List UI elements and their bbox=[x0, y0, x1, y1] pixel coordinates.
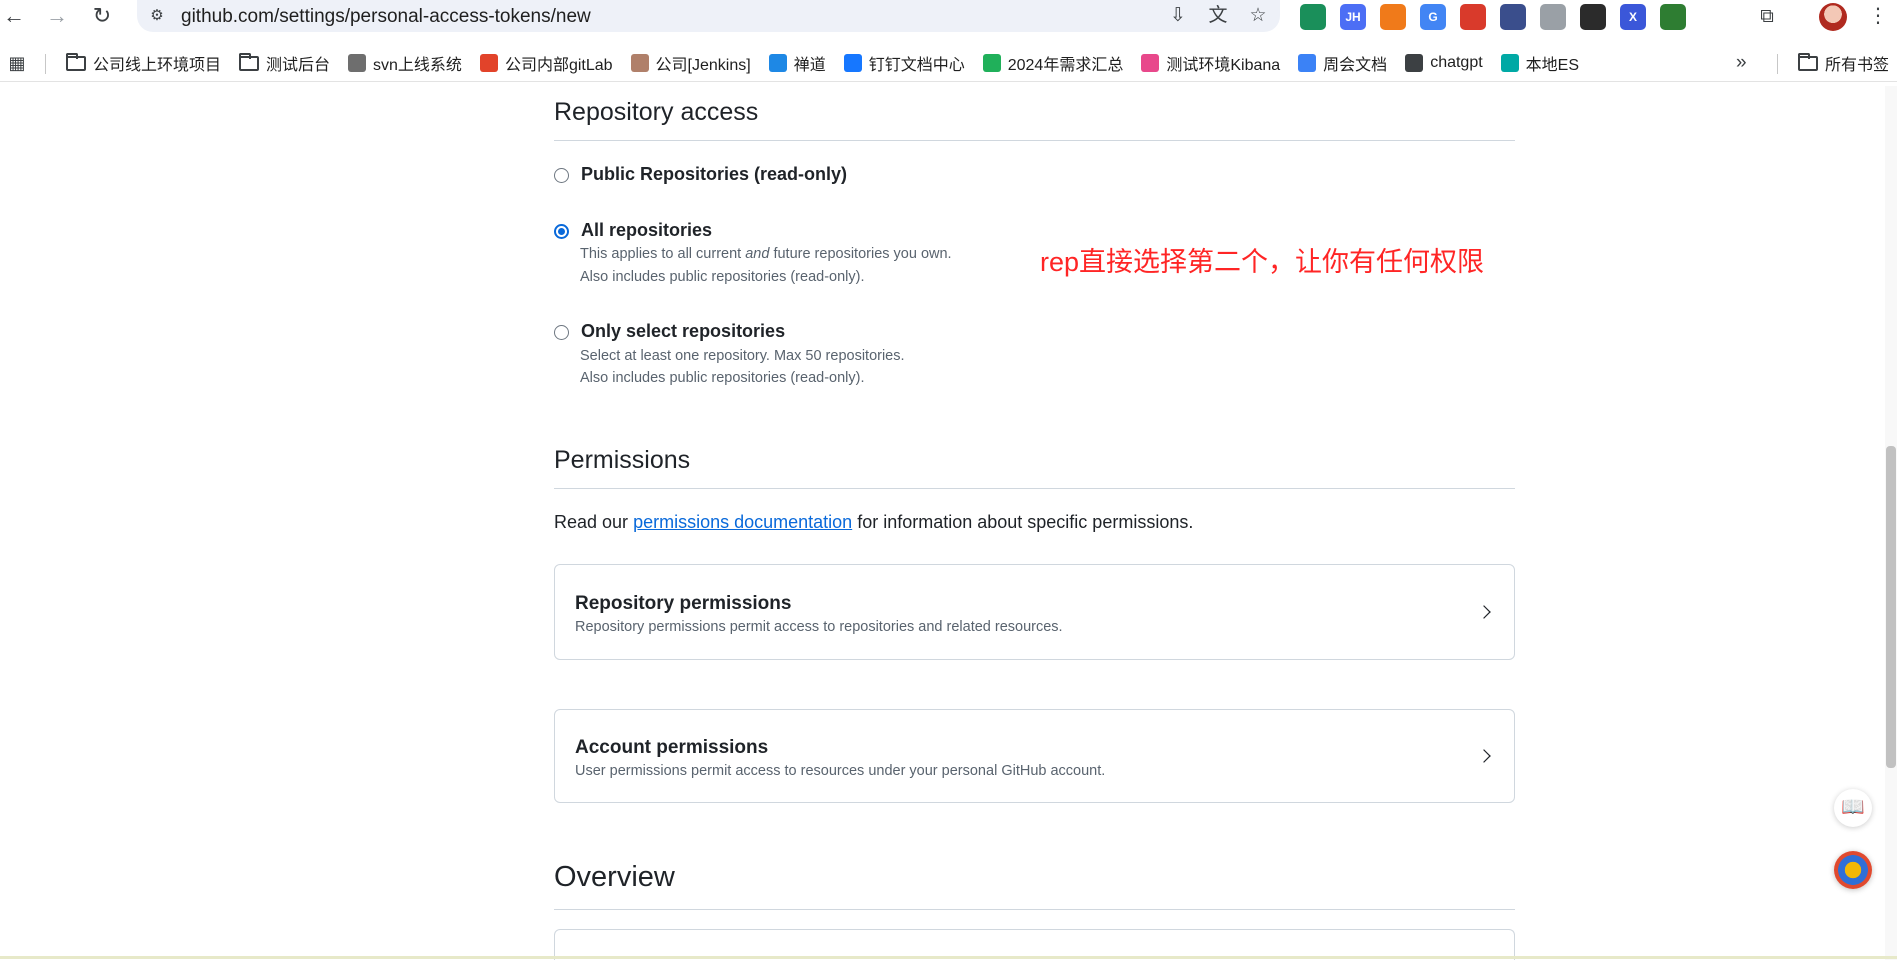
google-translate-icon[interactable]: G bbox=[1420, 4, 1446, 30]
bookmarks-divider bbox=[1777, 54, 1778, 74]
elastic-icon bbox=[1500, 54, 1519, 72]
reading-mode-book-icon[interactable]: 📖 bbox=[1834, 789, 1872, 827]
permissions-intro: Read our permissions documentation for i… bbox=[554, 512, 1194, 532]
orange-extension-icon[interactable] bbox=[1380, 4, 1406, 30]
openai-icon bbox=[1405, 54, 1424, 72]
svn-icon bbox=[348, 54, 367, 72]
option-note: Also includes public repositories (read-… bbox=[580, 269, 865, 285]
card-description: Repository permissions permit access to … bbox=[575, 619, 1063, 635]
red-extension-icon[interactable] bbox=[1460, 4, 1486, 30]
forward-button[interactable]: → bbox=[43, 2, 71, 30]
section-divider bbox=[554, 909, 1515, 910]
folder-icon bbox=[1798, 52, 1818, 71]
bookmark-label: 钉钉文档中心 bbox=[868, 57, 965, 74]
zentao-icon bbox=[768, 54, 787, 72]
x-extension-icon[interactable]: X bbox=[1620, 4, 1646, 30]
bookmarks-divider bbox=[45, 54, 46, 74]
folder-icon bbox=[239, 52, 260, 71]
radio-label[interactable]: Only select repositories bbox=[581, 321, 785, 342]
bookmark-star-icon[interactable]: ☆ bbox=[1246, 4, 1270, 28]
doc-icon bbox=[1298, 54, 1317, 72]
site-settings-icon[interactable]: ⚙ bbox=[147, 6, 167, 26]
radio-button[interactable] bbox=[554, 325, 569, 340]
folder-icon bbox=[66, 52, 86, 71]
permissions-heading: Permissions bbox=[554, 446, 691, 474]
url-text[interactable]: github.com/settings/personal-access-toke… bbox=[181, 6, 591, 28]
bookmarks-bar: ▦ 公司线上环境项目 测试后台 svn上线系统 公司内部gitLab 公司[Jenkin… bbox=[0, 44, 1897, 82]
bookmark-item[interactable]: 公司线上环境项目 bbox=[66, 51, 221, 75]
bookmark-label: 公司[Jenkins] bbox=[655, 57, 751, 74]
dingtalk-icon bbox=[843, 54, 862, 72]
bookmark-label: 禅道 bbox=[793, 57, 826, 74]
section-divider bbox=[554, 488, 1515, 489]
radio-button[interactable] bbox=[554, 168, 569, 183]
bookmark-item[interactable]: 测试后台 bbox=[239, 51, 330, 75]
bookmark-label: 周会文档 bbox=[1323, 57, 1388, 74]
card-title: Account permissions bbox=[575, 737, 769, 758]
bookmark-item[interactable]: 公司[Jenkins] bbox=[630, 51, 751, 75]
card-title: Repository permissions bbox=[575, 593, 792, 614]
all-bookmarks-folder[interactable]: 所有书签 bbox=[1798, 51, 1889, 75]
translate-icon[interactable]: 文 bbox=[1206, 4, 1230, 28]
bookmark-item[interactable]: 公司内部gitLab bbox=[479, 51, 613, 75]
bookmark-label: 测试环境Kibana bbox=[1166, 57, 1281, 74]
section-divider bbox=[554, 140, 1515, 141]
vue-devtools-icon[interactable] bbox=[1540, 4, 1566, 30]
overview-heading: Overview bbox=[554, 861, 675, 893]
bookmark-item[interactable]: 钉钉文档中心 bbox=[843, 51, 965, 75]
radio-label[interactable]: All repositories bbox=[581, 220, 712, 241]
scrollbar-thumb[interactable] bbox=[1886, 446, 1896, 768]
extensions-puzzle-icon[interactable]: ⧉ bbox=[1754, 4, 1780, 30]
extension-green-icon[interactable] bbox=[1300, 4, 1326, 30]
option-note: Also includes public repositories (read-… bbox=[580, 370, 865, 386]
bookmark-label: 公司线上环境项目 bbox=[93, 57, 222, 74]
repository-permissions-card[interactable]: Repository permissions Repository permis… bbox=[554, 564, 1515, 660]
browser-toolbar: ← → ↻ ⚙ github.com/settings/personal-acc… bbox=[0, 0, 1897, 34]
apps-grid-icon[interactable]: ▦ bbox=[6, 52, 28, 74]
bookmark-item[interactable]: chatgpt bbox=[1405, 54, 1483, 72]
blue-extension-icon[interactable] bbox=[1500, 4, 1526, 30]
gitlab-icon bbox=[479, 54, 498, 72]
extensions-bar: JH G X bbox=[1300, 4, 1686, 30]
install-app-icon[interactable]: ⇩ bbox=[1166, 4, 1190, 28]
bookmark-item[interactable]: 禅道 bbox=[768, 51, 826, 75]
kibana-icon bbox=[1141, 54, 1160, 72]
radio-button-selected[interactable] bbox=[554, 224, 569, 239]
more-bookmarks-icon[interactable]: » bbox=[1736, 52, 1747, 74]
address-bar[interactable]: ⚙ github.com/settings/personal-access-to… bbox=[137, 0, 1280, 32]
bookmark-label: 测试后台 bbox=[266, 57, 331, 74]
radio-label[interactable]: Public Repositories (read-only) bbox=[581, 164, 847, 185]
annotation-note: rep直接选择第二个，让你有任何权限 bbox=[1040, 247, 1485, 277]
chevron-right-icon[interactable] bbox=[1477, 605, 1491, 619]
profile-avatar[interactable] bbox=[1819, 3, 1847, 31]
bookmark-item[interactable]: 本地ES bbox=[1500, 51, 1580, 75]
translator-globe-icon[interactable] bbox=[1834, 851, 1872, 889]
chevron-right-icon[interactable] bbox=[1477, 749, 1491, 763]
permissions-documentation-link[interactable]: permissions documentation bbox=[633, 512, 852, 532]
bookmark-item[interactable]: 2024年需求汇总 bbox=[982, 51, 1124, 75]
bookmark-label: 公司内部gitLab bbox=[504, 57, 613, 74]
mask-extension-icon[interactable] bbox=[1580, 4, 1606, 30]
bookmark-item[interactable]: 测试环境Kibana bbox=[1141, 51, 1280, 75]
bookmark-item[interactable]: svn上线系统 bbox=[348, 51, 462, 75]
browser-menu-icon[interactable]: ⋮ bbox=[1868, 2, 1888, 30]
repository-access-heading: Repository access bbox=[554, 98, 759, 126]
jh-extension-icon[interactable]: JH bbox=[1340, 4, 1366, 30]
card-description: User permissions permit access to resour… bbox=[575, 763, 1106, 779]
reload-button[interactable]: ↻ bbox=[88, 2, 116, 30]
account-permissions-card[interactable]: Account permissions User permissions per… bbox=[554, 709, 1515, 803]
jenkins-icon bbox=[630, 54, 649, 72]
bookmark-label: 本地ES bbox=[1525, 57, 1580, 74]
bookmark-item[interactable]: 周会文档 bbox=[1298, 51, 1387, 75]
page-bottom-edge bbox=[0, 956, 1897, 959]
bookmark-label: svn上线系统 bbox=[373, 57, 462, 74]
sheet-icon bbox=[982, 54, 1001, 72]
all-bookmarks-label: 所有书签 bbox=[1825, 57, 1890, 74]
bookmark-label: 2024年需求汇总 bbox=[1007, 57, 1124, 74]
bookmark-label: chatgpt bbox=[1430, 54, 1483, 71]
back-button[interactable]: ← bbox=[0, 2, 28, 30]
option-note: This applies to all current and future r… bbox=[580, 246, 952, 262]
green-box-extension-icon[interactable] bbox=[1660, 4, 1686, 30]
option-note: Select at least one repository. Max 50 r… bbox=[580, 348, 905, 364]
